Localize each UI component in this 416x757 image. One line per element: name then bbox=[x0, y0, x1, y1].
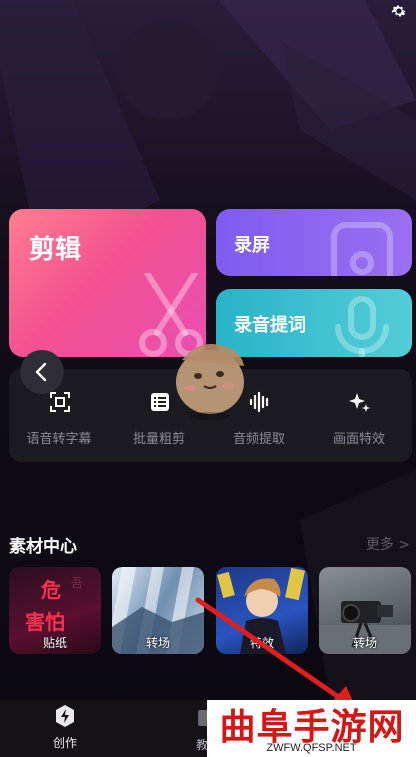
mascot-sticker bbox=[176, 344, 244, 420]
camera-frame-icon bbox=[331, 222, 393, 276]
tool-label: 画面特效 bbox=[332, 432, 385, 447]
tool-label: 音频提取 bbox=[232, 432, 285, 447]
screen-record-card[interactable]: 录屏 bbox=[216, 209, 412, 276]
microphone-icon bbox=[335, 296, 389, 357]
lightning-icon bbox=[56, 705, 74, 727]
nav-create-label: 创作 bbox=[52, 736, 77, 750]
watermark: 曲阜手游网 ZWFW.QFSP.NET bbox=[207, 700, 416, 757]
materials-title: 素材中心 bbox=[9, 537, 77, 557]
chevron-left-icon bbox=[35, 362, 47, 382]
more-link[interactable]: 更多 > bbox=[366, 534, 410, 554]
nav-create[interactable]: 创作 bbox=[40, 704, 90, 751]
back-button[interactable] bbox=[20, 350, 64, 394]
tool-label: 批量粗剪 bbox=[132, 432, 185, 447]
svg-text:吾: 吾 bbox=[71, 576, 83, 590]
sparkle-icon bbox=[349, 393, 370, 412]
material-label: 贴纸 bbox=[42, 636, 67, 650]
edit-card-label: 剪辑 bbox=[29, 235, 82, 265]
sticker-art-text: 害怕 bbox=[25, 610, 65, 634]
watermark-url: ZWFW.QFSP.NET bbox=[266, 742, 357, 754]
tool-label: 语音转字幕 bbox=[26, 432, 92, 447]
settings-gear-icon[interactable] bbox=[390, 2, 408, 20]
material-thumb-sticker[interactable]: 危 害怕 吾 贴纸 bbox=[9, 567, 101, 654]
tool-visual-effects[interactable]: 画面特效 bbox=[309, 369, 409, 462]
screen-record-label: 录屏 bbox=[234, 235, 270, 256]
svg-text:危: 危 bbox=[41, 578, 61, 602]
subtitle-icon bbox=[50, 392, 70, 412]
